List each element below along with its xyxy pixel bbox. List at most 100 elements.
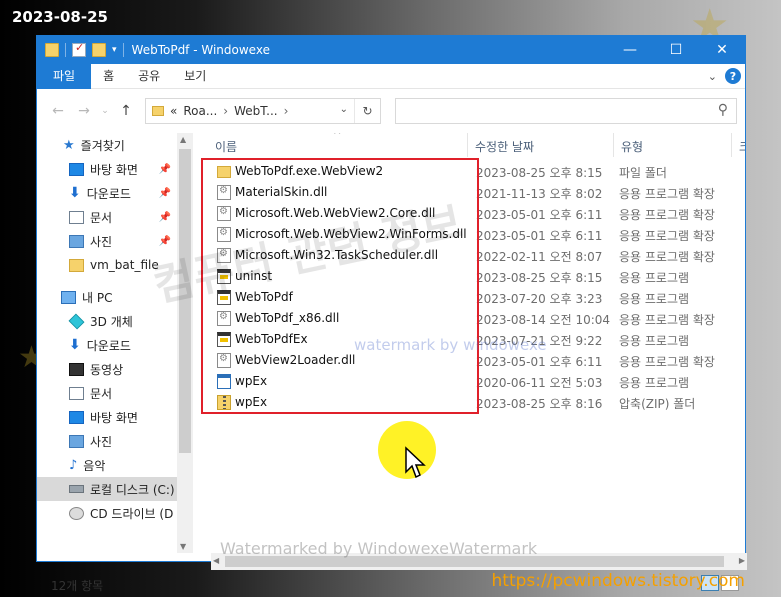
back-arrow-icon[interactable]: ← (47, 100, 69, 122)
forward-arrow-icon[interactable]: → (73, 100, 95, 122)
nav-item-label: 문서 (90, 210, 113, 225)
nav-item-desktop-pc[interactable]: 바탕 화면 (37, 405, 177, 429)
ribbon-tabs: 파일 홈 공유 보기 ⌄ ? (37, 63, 745, 89)
file-type: 응용 프로그램 (619, 292, 690, 306)
file-row[interactable]: WebView2Loader.dll 2023-05-01 오후 6:11 응용… (201, 350, 745, 371)
file-name: uninst (235, 269, 273, 283)
file-row[interactable]: Microsoft.Web.WebView2.Core.dll 2023-05-… (201, 203, 745, 224)
file-row[interactable]: WebToPdf_x86.dll 2023-08-14 오전 10:04 응용 … (201, 308, 745, 329)
search-icon: ⚲ (717, 102, 728, 118)
expand-ribbon-icon[interactable]: ⌄ (708, 70, 717, 83)
file-date: 2023-05-01 오후 6:11 (476, 229, 603, 243)
scrollbar-thumb[interactable] (225, 556, 724, 567)
address-bar[interactable]: « Roa... › WebT... › ⌄ ↻ (145, 98, 381, 124)
customize-dropdown-icon[interactable]: ▾ (112, 45, 117, 55)
nav-item-label: 내 PC (82, 290, 113, 305)
scroll-down-icon[interactable]: ▼ (180, 542, 186, 551)
column-divider[interactable] (613, 133, 614, 157)
nav-item-pictures[interactable]: 사진 📌 (37, 229, 177, 253)
quick-access-toolbar: ▾ (37, 41, 124, 57)
disk-icon (69, 485, 84, 493)
horizontal-scrollbar[interactable]: ◀ ▶ (211, 553, 747, 570)
file-row[interactable]: Microsoft.Win32.TaskScheduler.dll 2022-0… (201, 245, 745, 266)
nav-item-downloads[interactable]: ⬇ 다운로드 📌 (37, 181, 177, 205)
column-divider[interactable] (467, 133, 468, 157)
nav-item-local-disk[interactable]: 로컬 디스크 (C:) (37, 477, 177, 501)
scrollbar-thumb[interactable] (179, 149, 191, 453)
nav-item-documents-pc[interactable]: 문서 (37, 381, 177, 405)
tab-view[interactable]: 보기 (172, 64, 218, 89)
maximize-button[interactable]: ☐ (653, 36, 699, 64)
3d-objects-icon (68, 313, 85, 329)
recent-locations-icon[interactable]: ⌄ (99, 100, 111, 122)
nav-item-cd-drive[interactable]: CD 드라이브 (D (37, 501, 177, 525)
scroll-left-icon[interactable]: ◀ (213, 556, 219, 565)
document-icon (69, 386, 84, 400)
file-date: 2021-11-13 오후 8:02 (476, 187, 603, 201)
dll-icon (217, 185, 231, 200)
file-row[interactable]: WebToPdf 2023-07-20 오후 3:23 응용 프로그램 (201, 287, 745, 308)
file-name: WebView2Loader.dll (235, 353, 356, 367)
nav-item-label: 다운로드 (86, 186, 131, 201)
file-row[interactable]: WebToPdf.exe.WebView2 2023-08-25 오후 8:15… (201, 161, 745, 182)
breadcrumb-item[interactable]: Roa... (183, 104, 217, 118)
file-row[interactable]: WebToPdfEx 2023-07-21 오전 9:22 응용 프로그램 (201, 329, 745, 350)
scroll-right-icon[interactable]: ▶ (739, 556, 745, 565)
nav-item-documents[interactable]: 문서 📌 (37, 205, 177, 229)
search-box[interactable]: ⚲ (395, 98, 737, 124)
file-row[interactable]: MaterialSkin.dll 2021-11-13 오후 8:02 응용 프… (201, 182, 745, 203)
file-row[interactable]: wpEx 2023-08-25 오후 8:16 압축(ZIP) 폴더 (201, 392, 745, 413)
title-bar[interactable]: ▾ WebToPdf - Windowexe — ☐ ✕ (37, 36, 745, 64)
file-name: MaterialSkin.dll (235, 185, 328, 199)
nav-item-favorites[interactable]: ★ 즐겨찾기 (37, 133, 177, 157)
column-headers: ^ 이름 수정한 날짜 유형 크 (201, 133, 745, 157)
nav-item-downloads-pc[interactable]: ⬇ 다운로드 (37, 333, 177, 357)
file-row[interactable]: wpEx 2020-06-11 오전 5:03 응용 프로그램 (201, 371, 745, 392)
exe-icon (217, 332, 231, 347)
nav-item-desktop[interactable]: 바탕 화면 📌 (37, 157, 177, 181)
nav-item-label: 사진 (90, 234, 113, 249)
file-name: Microsoft.Web.WebView2.WinForms.dll (235, 227, 467, 241)
pin-icon: 📌 (158, 235, 171, 247)
nav-item-this-pc[interactable]: 내 PC (37, 285, 177, 309)
refresh-icon[interactable]: ↻ (354, 99, 380, 123)
address-dropdown-icon[interactable]: ⌄ (340, 104, 348, 115)
column-header-date[interactable]: 수정한 날짜 (475, 138, 534, 155)
file-row[interactable]: uninst 2023-08-25 오후 8:15 응용 프로그램 (201, 266, 745, 287)
tab-home[interactable]: 홈 (91, 64, 126, 89)
column-header-name[interactable]: 이름 (215, 138, 237, 155)
nav-item-3d-objects[interactable]: 3D 개체 (37, 309, 177, 333)
pin-icon: 📌 (158, 187, 171, 199)
nav-item-music[interactable]: ♪ 음악 (37, 453, 177, 477)
file-date: 2023-08-25 오후 8:15 (476, 271, 603, 285)
properties-icon[interactable] (72, 41, 86, 57)
nav-item-vm-bat-file[interactable]: vm_bat_file (37, 253, 177, 277)
tab-file[interactable]: 파일 (37, 63, 92, 89)
column-divider[interactable] (731, 133, 732, 157)
new-folder-icon[interactable] (92, 43, 106, 57)
scroll-up-icon[interactable]: ▲ (180, 135, 186, 144)
nav-item-pictures-pc[interactable]: 사진 (37, 429, 177, 453)
nav-item-label: 다운로드 (86, 338, 131, 353)
file-row[interactable]: Microsoft.Web.WebView2.WinForms.dll 2023… (201, 224, 745, 245)
minimize-button[interactable]: — (607, 36, 653, 64)
breadcrumb-separator[interactable]: › (223, 104, 228, 118)
close-button[interactable]: ✕ (699, 36, 745, 64)
nav-item-videos[interactable]: 동영상 (37, 357, 177, 381)
desktop-icon (69, 410, 84, 424)
file-date: 2020-06-11 오전 5:03 (476, 376, 603, 390)
up-arrow-icon[interactable]: ↑ (115, 100, 137, 122)
tab-share[interactable]: 공유 (126, 64, 172, 89)
star-icon: ★ (63, 137, 75, 153)
dll-icon (217, 248, 231, 263)
column-header-size[interactable]: 크 (739, 138, 745, 155)
breadcrumb-item[interactable]: WebT... (234, 104, 278, 118)
help-icon[interactable]: ? (725, 68, 741, 84)
nav-pane-scrollbar[interactable]: ▲ ▼ (177, 133, 193, 553)
pc-icon (61, 290, 76, 304)
column-header-type[interactable]: 유형 (621, 138, 643, 155)
nav-item-label: 즐겨찾기 (80, 138, 125, 153)
breadcrumb-separator[interactable]: › (284, 104, 289, 118)
breadcrumb-overflow[interactable]: « (170, 104, 177, 118)
nav-item-label: 사진 (90, 434, 113, 449)
